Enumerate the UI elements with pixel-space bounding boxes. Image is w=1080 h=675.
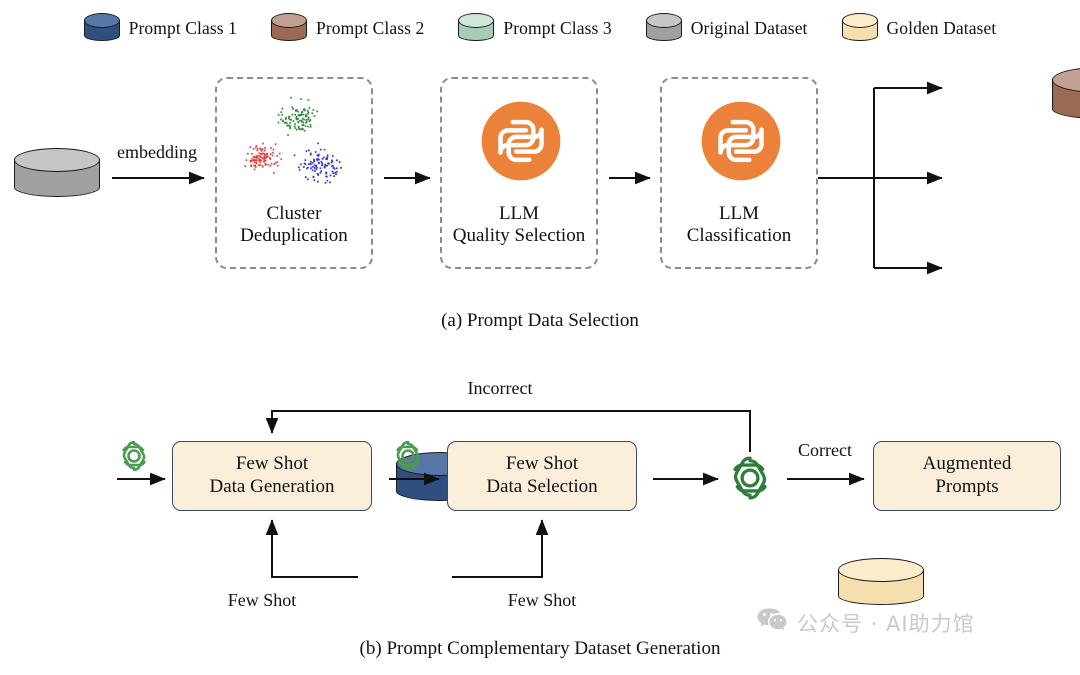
scatter-cluster-icon bbox=[244, 96, 342, 184]
legend-label: Golden Dataset bbox=[886, 17, 997, 38]
embedding-label: embedding bbox=[117, 142, 197, 162]
cylinder-icon bbox=[458, 13, 495, 43]
llm-orange-icon bbox=[480, 100, 562, 182]
legend-item-prompt-class-1: Prompt Class 1 bbox=[83, 13, 238, 43]
wechat-icon bbox=[757, 607, 787, 638]
cylinder-icon bbox=[271, 13, 308, 43]
box-line-2: Prompts bbox=[935, 476, 999, 497]
box-line-2: Data Selection bbox=[486, 476, 598, 497]
box-few-shot-data-generation[interactable]: Few Shot Data Generation bbox=[172, 441, 372, 511]
original-dataset-cylinder bbox=[14, 148, 100, 200]
box-line-1: Few Shot bbox=[235, 453, 309, 475]
legend-item-golden-dataset: Golden Dataset bbox=[841, 13, 997, 43]
cluster-red bbox=[244, 142, 283, 174]
llm-orange-icon bbox=[700, 100, 782, 182]
legend-label: Prompt Class 2 bbox=[316, 17, 425, 38]
few-shot-label-left: Few Shot bbox=[227, 590, 297, 610]
panel-b-caption: (b) Prompt Complementary Dataset Generat… bbox=[359, 638, 721, 659]
legend: Prompt Class 1 Prompt Class 2 Prompt Cla… bbox=[0, 0, 1080, 56]
prompt-class-2-cylinder bbox=[1052, 67, 1080, 123]
arrow-golden-to-selection bbox=[452, 519, 549, 578]
figure-root: Prompt Class 1 Prompt Class 2 Prompt Cla… bbox=[0, 0, 1080, 675]
legend-label: Original Dataset bbox=[690, 17, 808, 38]
few-shot-label-right: Few Shot bbox=[507, 590, 577, 610]
stage-llm-classification[interactable]: LLM Classification bbox=[660, 77, 818, 269]
legend-item-prompt-class-3: Prompt Class 3 bbox=[458, 13, 612, 43]
cluster-blue bbox=[293, 142, 342, 184]
openai-icon bbox=[392, 440, 424, 472]
stage-title: Cluster Deduplication bbox=[240, 203, 348, 247]
openai-icon bbox=[727, 455, 773, 501]
watermark: 公众号 · AI助力馆 bbox=[757, 607, 975, 638]
legend-item-prompt-class-2: Prompt Class 2 bbox=[271, 13, 424, 43]
box-few-shot-data-selection[interactable]: Few Shot Data Selection bbox=[447, 441, 637, 511]
panel-a-caption: (a) Prompt Data Selection bbox=[441, 310, 639, 331]
stage-title: LLM Classification bbox=[686, 203, 792, 247]
legend-label: Prompt Class 1 bbox=[128, 17, 238, 38]
cylinder-icon bbox=[841, 13, 878, 43]
legend-label: Prompt Class 3 bbox=[503, 17, 612, 38]
box-line-2: Data Generation bbox=[209, 476, 335, 497]
stage-llm-quality-selection[interactable]: LLM Quality Selection bbox=[440, 77, 598, 269]
incorrect-label: Incorrect bbox=[467, 378, 533, 398]
box-augmented-prompts[interactable]: Augmented Prompts bbox=[873, 441, 1061, 511]
stage-title: LLM Quality Selection bbox=[452, 203, 586, 247]
watermark-text: 公众号 · AI助力馆 bbox=[797, 611, 975, 636]
cylinder-icon bbox=[83, 13, 120, 43]
golden-dataset-cylinder bbox=[838, 558, 924, 608]
cylinder-icon bbox=[645, 13, 682, 43]
openai-icon bbox=[118, 440, 150, 472]
cluster-green bbox=[277, 96, 318, 136]
legend-item-original-dataset: Original Dataset bbox=[645, 13, 808, 43]
box-line-1: Augmented bbox=[922, 453, 1012, 475]
arrow-golden-to-generation bbox=[265, 519, 358, 578]
stage-cluster-deduplication[interactable]: Cluster Deduplication bbox=[215, 77, 373, 269]
correct-label: Correct bbox=[798, 440, 852, 460]
box-line-1: Few Shot bbox=[505, 453, 579, 475]
